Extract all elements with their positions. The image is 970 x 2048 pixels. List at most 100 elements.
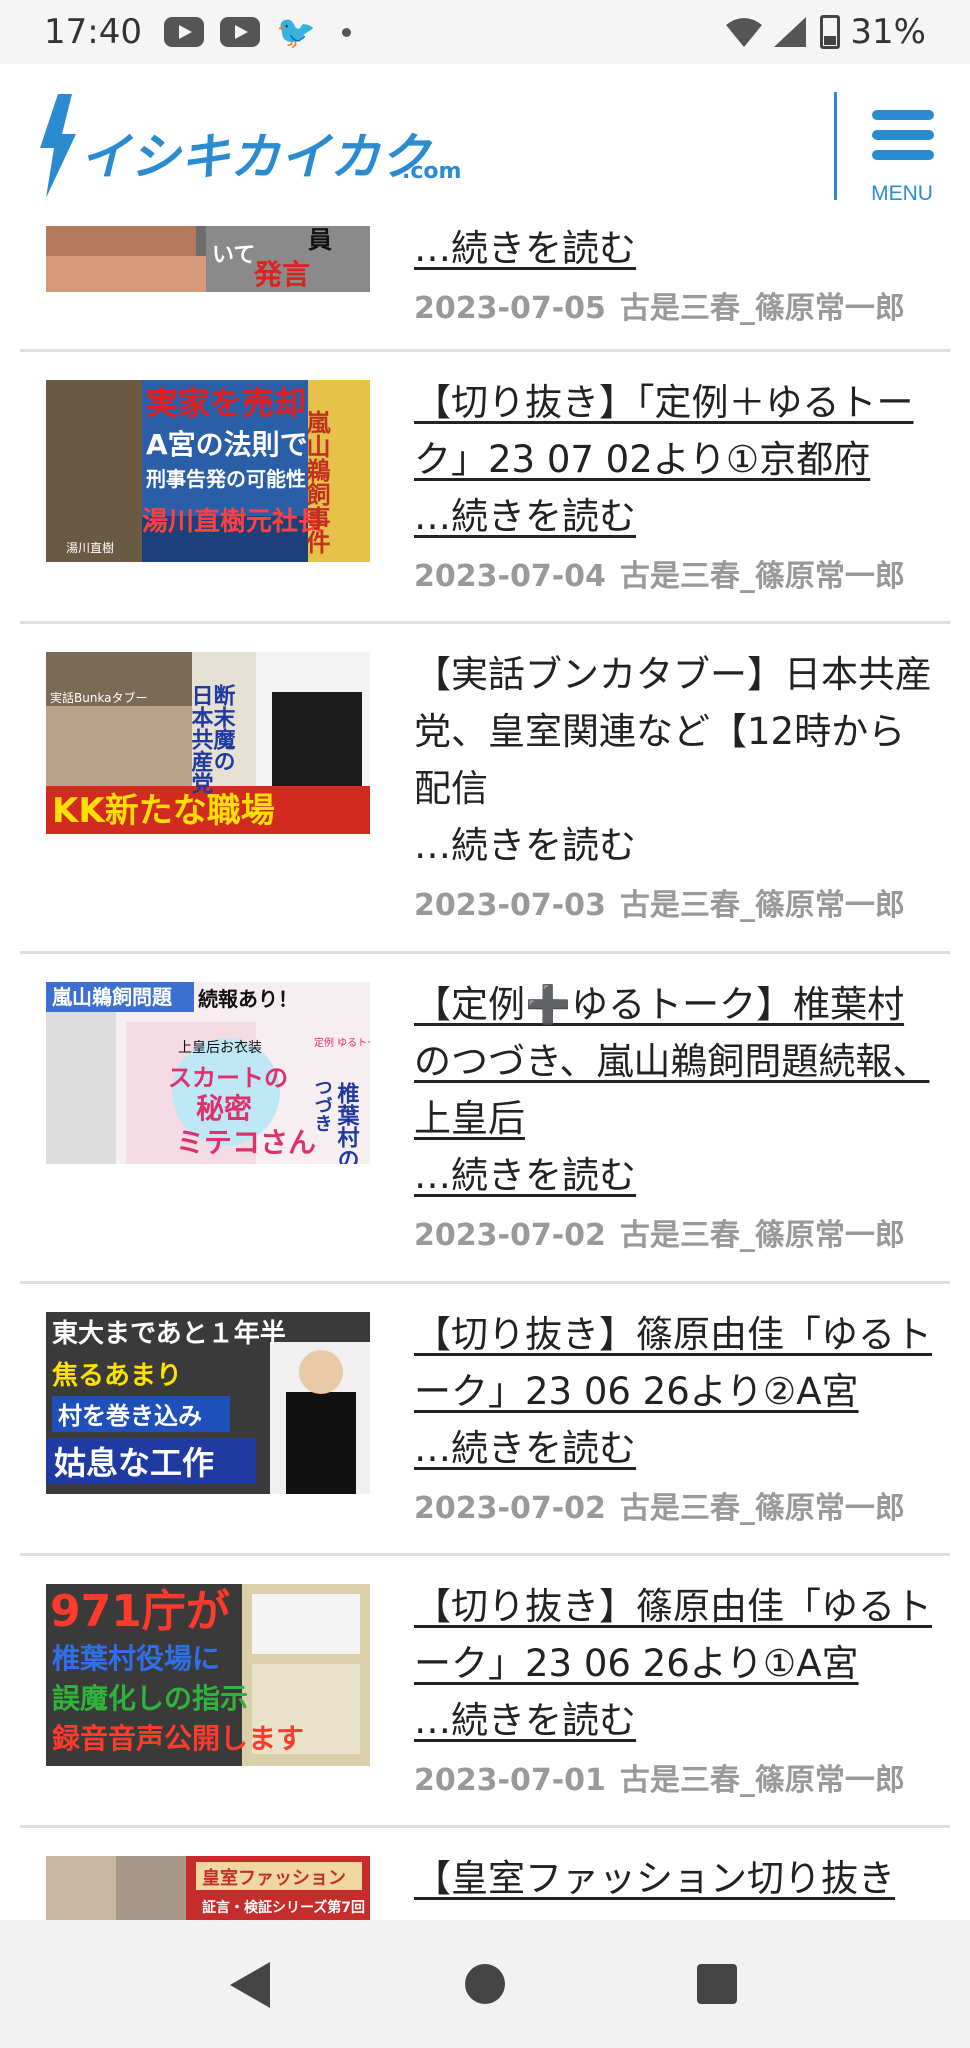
article-item[interactable]: 実話Bunkaタブー 断末魔の 日本共産党 KK新たな職場 【実話ブンカタブー】… [20,624,950,954]
thumb-text: 姑息な工作 [54,1444,214,1482]
thumb-text: 皇室ファッション [202,1867,346,1889]
thumb-text: 証言・検証シリーズ第7回 [202,1899,365,1916]
article-date: 2023-07-02 [414,1491,606,1526]
article-thumbnail[interactable]: 東大まであと１年半 焦るあまり 村を巻き込み 姑息な工作 [46,1312,370,1494]
thumb-text: 録音音声公開します [52,1722,304,1755]
article-date: 2023-07-05 [414,291,606,326]
article-meta: 2023-07-01 古是三春_篠原常一郎 [414,1755,934,1799]
thumb-text: スカートの [168,1064,288,1092]
article-date: 2023-07-03 [414,888,606,923]
article-meta: 2023-07-04 古是三春_篠原常一郎 [414,551,934,595]
notification-dot-icon [341,27,351,37]
thumb-text: 嵐山鵜飼事件 [302,409,331,554]
menu-button[interactable]: MENU [862,104,942,205]
site-header: イシキカイカク .com MENU [0,64,970,226]
hamburger-icon-bar [872,150,934,160]
thumb-text: 員 [307,226,332,254]
article-date: 2023-07-01 [414,1763,606,1798]
article-item[interactable]: 嵐山鵜飼問題 続報あり！ 上皇后お衣装 スカートの 秘密 ミテコさん 椎葉村の … [20,954,950,1284]
article-thumbnail[interactable]: 嵐山鵜飼問題 続報あり！ 上皇后お衣装 スカートの 秘密 ミテコさん 椎葉村の … [46,982,370,1164]
battery-icon [820,15,841,49]
read-more-link[interactable]: …続きを読む [414,220,934,277]
youtube-icon [219,17,260,47]
article-title-link[interactable]: 【皇室ファッション切り抜き [414,1850,934,1907]
article-title-link[interactable]: 【切り抜き】篠原由佳「ゆるトーク」23 06 26より①A宮 [414,1578,934,1692]
article-item[interactable]: 東大まであと１年半 焦るあまり 村を巻き込み 姑息な工作 【切り抜き】篠原由佳「… [20,1284,950,1556]
thumb-text: 実家を売却 [146,384,306,422]
logo-suffix: .com [402,159,461,184]
youtube-icon [163,17,204,47]
article-title-link[interactable]: 【切り抜き】「定例＋ゆるトーク」23 07 02より①京都府 [414,374,934,488]
thumb-text: 東大まであと１年半 [52,1318,286,1349]
battery-level: 31% [850,12,926,52]
article-thumbnail[interactable]: 971庁が 椎葉村役場に 誤魔化しの指示 録音音声公開します [46,1584,370,1766]
article-thumbnail[interactable]: 実話Bunkaタブー 断末魔の 日本共産党 KK新たな職場 [46,652,370,834]
article-meta: 2023-07-03 古是三春_篠原常一郎 [414,880,934,924]
read-more-link[interactable]: …続きを読む [414,1420,934,1477]
article-author[interactable]: 古是三春_篠原常一郎 [620,888,905,923]
article-meta: 2023-07-05 古是三春_篠原常一郎 [414,283,934,327]
wifi-icon [726,18,763,47]
twitter-icon: 🐦 [275,13,316,51]
home-icon[interactable] [465,1964,505,2004]
thumb-text: つづき [312,1078,333,1132]
article-author[interactable]: 古是三春_篠原常一郎 [620,1218,905,1253]
read-more-link[interactable]: …続きを読む [414,817,934,874]
article-item[interactable]: いて 発言 員 …続きを読む 2023-07-05 古是三春_篠原常一郎 [20,226,950,352]
thumb-text: 誤魔化しの指示 [52,1682,248,1715]
recent-apps-icon[interactable] [697,1964,737,2004]
thumb-text: 秘密 [196,1092,252,1125]
thumb-text: A宮の法則で [146,428,308,461]
thumb-text: 971庁が [50,1586,230,1637]
site-logo[interactable]: イシキカイカク .com [30,86,470,206]
thumb-text: ミテコさん [176,1126,316,1159]
thumb-text: 日本共産党 [188,684,214,795]
thumb-text: 続報あり！ [198,987,298,1011]
article-item[interactable]: 971庁が 椎葉村役場に 誤魔化しの指示 録音音声公開します 【切り抜き】篠原由… [20,1556,950,1828]
read-more-link[interactable]: …続きを読む [414,488,934,545]
signal-icon [774,17,807,47]
hamburger-icon-bar [872,130,934,140]
article-author[interactable]: 古是三春_篠原常一郎 [620,1491,905,1526]
article-date: 2023-07-02 [414,1218,606,1253]
thumb-text: 刑事告発の可能性 [146,467,306,491]
status-right: 31% [724,12,926,52]
thumb-text: 断末魔の [210,683,236,772]
thumb-text: KK新たな職場 [52,791,275,831]
hamburger-icon [872,110,934,120]
system-navigation-bar [0,1920,970,2048]
article-title-link[interactable]: 【定例➕ゆるトーク】椎葉村のつづき、嵐山鵜飼問題続報、上皇后 [414,976,934,1147]
article-date: 2023-07-04 [414,559,606,594]
article-thumbnail[interactable]: いて 発言 員 [46,226,370,292]
article-author[interactable]: 古是三春_篠原常一郎 [620,559,905,594]
thumb-text: 発言 [253,258,310,291]
back-icon[interactable] [230,1962,270,2008]
status-bar: 17:40 🐦 31% [0,0,970,64]
header-divider [834,92,837,200]
status-time: 17:40 [44,12,142,52]
menu-label: MENU [871,182,933,205]
thumb-text: いて [212,243,255,268]
read-more-link[interactable]: …続きを読む [414,1147,934,1204]
article-title-link[interactable]: 【切り抜き】篠原由佳「ゆるトーク」23 06 26より②A宮 [414,1306,934,1420]
article-thumbnail[interactable]: 実家を売却 A宮の法則で 刑事告発の可能性 湯川直樹元社長 嵐山鵜飼事件 湯川直… [46,380,370,562]
thumb-text: 上皇后お衣装 [178,1040,262,1056]
thumb-text: 湯川直樹元社長 [142,506,325,537]
article-author[interactable]: 古是三春_篠原常一郎 [620,1763,905,1798]
article-title-link[interactable]: 【実話ブンカタブー】日本共産党、皇室関連など【12時から配信 [414,646,934,817]
article-meta: 2023-07-02 古是三春_篠原常一郎 [414,1210,934,1254]
article-item[interactable]: 実家を売却 A宮の法則で 刑事告発の可能性 湯川直樹元社長 嵐山鵜飼事件 湯川直… [20,352,950,624]
thumb-text: 椎葉村役場に [52,1642,220,1675]
read-more-link[interactable]: …続きを読む [414,1692,934,1749]
thumb-text: 嵐山鵜飼問題 [52,985,173,1009]
thumb-text: 定例 ゆるトーク [314,1036,370,1049]
thumb-text: 椎葉村の [334,1081,361,1164]
article-meta: 2023-07-02 古是三春_篠原常一郎 [414,1483,934,1527]
thumb-text: 村を巻き込み [58,1402,202,1430]
article-list: いて 発言 員 …続きを読む 2023-07-05 古是三春_篠原常一郎 実家を売… [20,226,950,2038]
thumb-text: 湯川直樹 [66,541,114,555]
article-author[interactable]: 古是三春_篠原常一郎 [620,291,905,326]
thumb-text: 焦るあまり [52,1360,182,1391]
thumb-text: 実話Bunkaタブー [50,690,148,705]
logo-text: イシキカイカク [80,128,433,186]
